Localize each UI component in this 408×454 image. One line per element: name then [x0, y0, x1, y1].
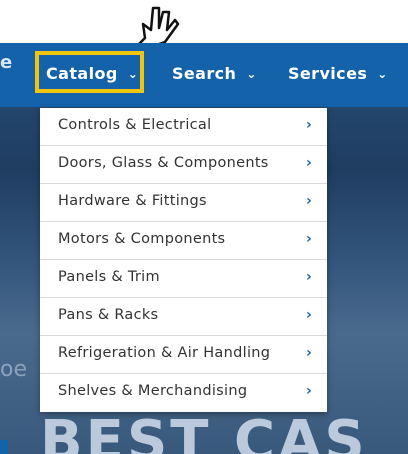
chevron-right-icon: › [306, 307, 312, 323]
menu-item-label: Controls & Electrical [58, 117, 212, 133]
menu-item-label: Refrigeration & Air Handling [58, 345, 271, 361]
chevron-right-icon: › [306, 155, 312, 171]
menu-item-label: Hardware & Fittings [58, 193, 207, 209]
catalog-dropdown-menu: Controls & Electrical › Doors, Glass & C… [40, 108, 327, 412]
menu-item-shelves-merchandising[interactable]: Shelves & Merchandising › [40, 374, 327, 412]
chevron-right-icon: › [306, 231, 312, 247]
nav-services[interactable]: Services ⌄ [288, 62, 388, 86]
menu-item-controls-electrical[interactable]: Controls & Electrical › [40, 108, 327, 146]
menu-item-pans-racks[interactable]: Pans & Racks › [40, 298, 327, 336]
chevron-right-icon: › [306, 117, 312, 133]
chevron-right-icon: › [306, 269, 312, 285]
menu-item-label: Shelves & Merchandising [58, 383, 248, 399]
chevron-down-icon: ⌄ [377, 67, 388, 81]
hero-headline: BEST CAS [40, 409, 368, 454]
menu-item-motors-components[interactable]: Motors & Components › [40, 222, 327, 260]
chevron-down-icon: ⌄ [246, 67, 257, 81]
nav-search-label: Search [172, 64, 237, 83]
menu-item-hardware-fittings[interactable]: Hardware & Fittings › [40, 184, 327, 222]
nav-services-label: Services [288, 64, 368, 83]
chevron-right-icon: › [306, 345, 312, 361]
top-nav-bar: e Catalog ⌄ Search ⌄ Services ⌄ [0, 43, 408, 107]
nav-search[interactable]: Search ⌄ [172, 62, 257, 86]
menu-item-label: Doors, Glass & Components [58, 155, 269, 171]
menu-item-refrigeration-air[interactable]: Refrigeration & Air Handling › [40, 336, 327, 374]
menu-item-doors-glass[interactable]: Doors, Glass & Components › [40, 146, 327, 184]
nav-catalog-label: Catalog [46, 64, 118, 83]
chevron-right-icon: › [306, 383, 312, 399]
menu-item-label: Pans & Racks [58, 307, 159, 323]
nav-catalog[interactable]: Catalog ⌄ [46, 62, 138, 86]
menu-item-label: Panels & Trim [58, 269, 160, 285]
corner-accent [0, 440, 8, 454]
chevron-down-icon: ⌄ [127, 67, 139, 81]
hero-side-text-fragment: oe [0, 357, 27, 382]
logo-fragment: e [0, 52, 13, 73]
menu-item-panels-trim[interactable]: Panels & Trim › [40, 260, 327, 298]
chevron-right-icon: › [306, 193, 312, 209]
menu-item-label: Motors & Components [58, 231, 226, 247]
